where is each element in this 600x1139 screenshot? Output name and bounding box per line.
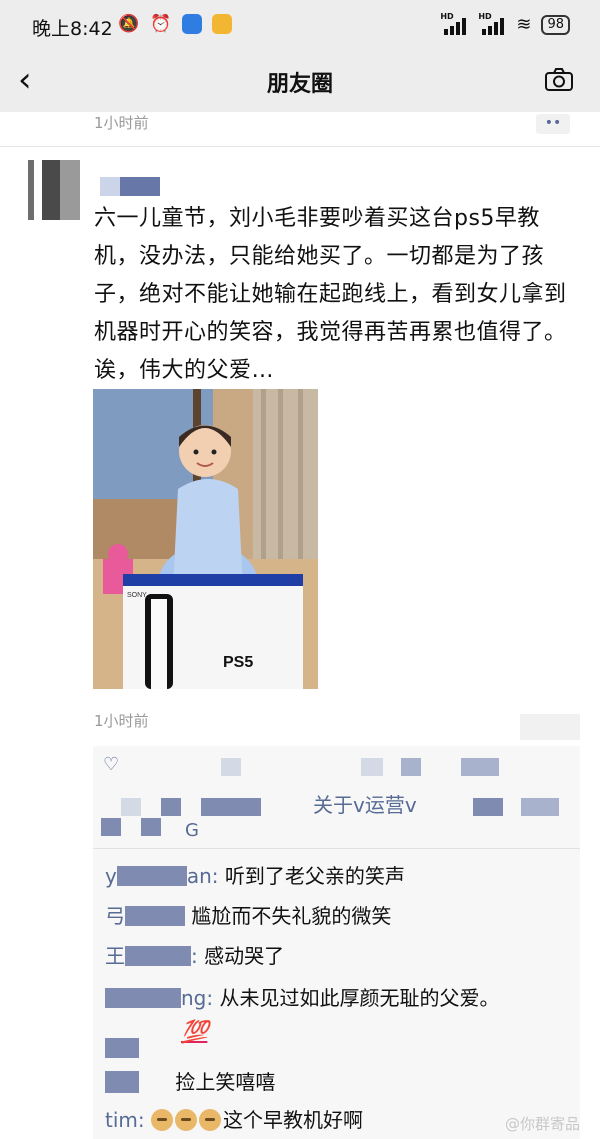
redacted-name[interactable] bbox=[141, 818, 161, 836]
page-title: 朋友圈 bbox=[266, 72, 333, 97]
redacted-name[interactable] bbox=[361, 758, 383, 776]
redacted-name bbox=[105, 988, 181, 1008]
likes-name-tail[interactable]: G bbox=[185, 820, 199, 841]
comment-item[interactable]: y an: 听到了老父亲的笑声 bbox=[105, 862, 405, 890]
redacted-name[interactable] bbox=[221, 758, 241, 776]
more-actions-button-2[interactable] bbox=[520, 714, 580, 740]
redacted-name[interactable] bbox=[473, 798, 503, 816]
divider bbox=[0, 146, 600, 147]
comment-item[interactable]: ng: 从未见过如此厚颜无耻的父爱。 bbox=[105, 984, 499, 1012]
comment-divider bbox=[93, 848, 580, 849]
avatar[interactable] bbox=[20, 160, 80, 220]
doge-emoji-icon bbox=[174, 1109, 197, 1131]
redacted-name bbox=[125, 946, 191, 966]
redacted-name bbox=[116, 866, 187, 886]
camera-icon[interactable] bbox=[544, 68, 574, 92]
likes-names[interactable]: 关于v运营v bbox=[313, 789, 417, 818]
nav-bar: ‹ 朋友圈 bbox=[0, 52, 600, 112]
redacted-name bbox=[105, 1071, 139, 1093]
more-actions-button[interactable]: •• bbox=[536, 114, 570, 134]
wifi-icon: ≋ bbox=[516, 14, 532, 35]
status-system-icons: HD HD ≋ 98 bbox=[440, 12, 570, 35]
comment-item[interactable]: 王: 感动哭了 bbox=[105, 942, 284, 970]
post-timestamp: 1小时前 bbox=[94, 114, 149, 132]
redacted-name[interactable] bbox=[105, 1038, 139, 1058]
previous-post-footer: 1小时前 •• bbox=[0, 112, 600, 148]
like-heart-icon: ♡ bbox=[103, 754, 120, 775]
redacted-name[interactable] bbox=[101, 818, 121, 836]
photo-brand-label: SONY bbox=[127, 592, 147, 599]
hundred-points-emoji: 💯 bbox=[181, 1020, 208, 1045]
post-timestamp-2: 1小时前 bbox=[94, 712, 149, 730]
doge-emoji-icon bbox=[150, 1109, 173, 1131]
redacted-name[interactable] bbox=[461, 758, 499, 776]
redacted-name[interactable] bbox=[521, 798, 559, 816]
status-bar: 晚上8:42 🔕 ⏰ HD HD ≋ 98 bbox=[0, 0, 600, 52]
watermark: @你群寄品 bbox=[504, 1115, 580, 1133]
doge-emoji-icon bbox=[198, 1109, 221, 1131]
signal-icon-2: HD bbox=[478, 12, 506, 35]
comment-block: ♡ 关于v运营v G y an: 听到了老父亲的笑声 弓 尴尬而不失礼貌的微笑 王… bbox=[93, 746, 580, 1139]
redacted-name[interactable] bbox=[401, 758, 421, 776]
redacted-name[interactable] bbox=[161, 798, 181, 816]
alarm-icon: ⏰ bbox=[150, 14, 172, 34]
username-redacted[interactable] bbox=[100, 177, 160, 196]
redacted-name[interactable] bbox=[201, 798, 261, 816]
comment-item[interactable]: 捡上笑嘻嘻 bbox=[105, 1068, 275, 1096]
comment-item[interactable]: 弓 尴尬而不失礼貌的微笑 bbox=[105, 902, 391, 930]
comment-item[interactable]: tim: 这个早教机好啊 bbox=[105, 1106, 363, 1134]
photo-product-label: PS5 bbox=[223, 654, 253, 671]
mute-icon: 🔕 bbox=[118, 14, 140, 34]
app-notification-icon bbox=[182, 14, 202, 34]
post-photo[interactable]: SONY PS5 bbox=[93, 389, 318, 689]
status-notification-icons: 🔕 ⏰ bbox=[118, 13, 232, 35]
redacted-name[interactable] bbox=[121, 798, 141, 816]
post-text: 六一儿童节，刘小毛非要吵着买这台ps5早教机，没办法，只能给她买了。一切都是为了… bbox=[94, 206, 567, 383]
signal-icon: HD bbox=[440, 12, 468, 35]
app-notification-icon-2 bbox=[212, 14, 232, 34]
likes-row: ♡ 关于v运营v G bbox=[93, 746, 580, 841]
redacted-name bbox=[125, 906, 185, 926]
battery-icon: 98 bbox=[541, 14, 570, 35]
status-time: 晚上8:42 bbox=[32, 18, 113, 40]
